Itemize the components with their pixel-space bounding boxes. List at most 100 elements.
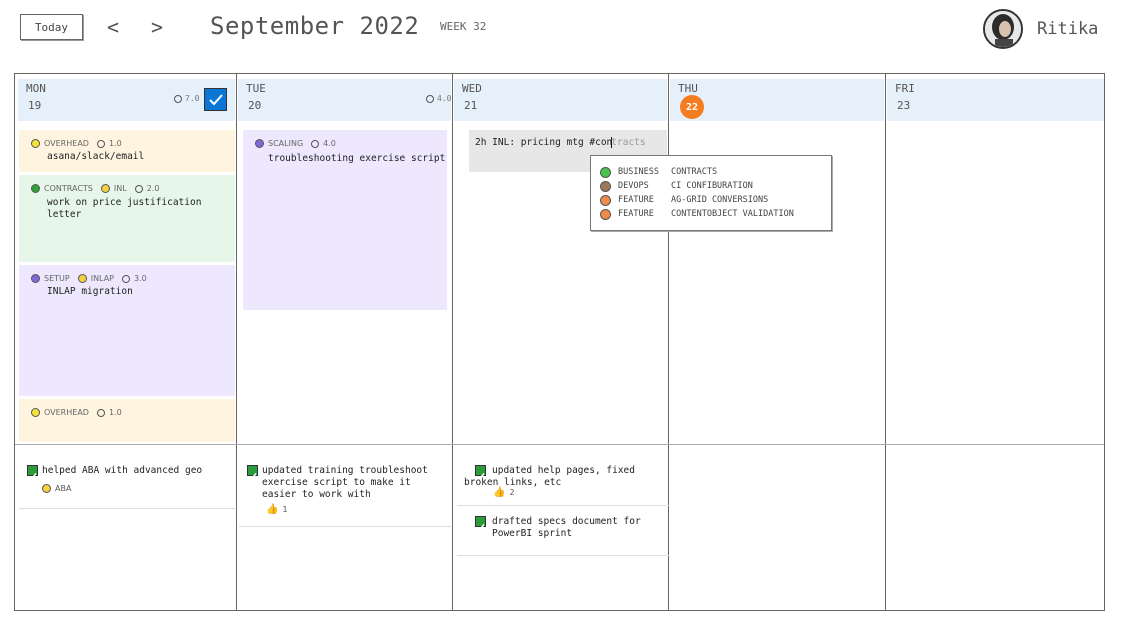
suggestion-item[interactable]: FEATURE CONTENTOBJECT VALIDATION [591,207,831,221]
next-week-button[interactable]: > [151,14,163,40]
suggestion-name: AG-GRID CONVERSIONS [671,195,769,205]
user-avatar[interactable] [983,9,1023,49]
task-tag: OVERHEAD [44,408,89,417]
suggestion-name: CONTRACTS [671,167,718,177]
day-total-hours: 7.0 [174,94,199,103]
category-dot-icon [31,139,40,148]
done-likes-count: 2 [509,488,515,497]
task-meta: OVERHEAD 1.0 [31,139,122,148]
task-meta: SETUP INLAP 3.0 [31,274,147,283]
task-meta: CONTRACTS INL 2.0 [31,184,159,193]
day-name: MON [26,82,46,95]
task-card[interactable]: OVERHEAD 1.0 asana/slack/email [19,130,235,172]
task-hours: 3.0 [133,274,147,283]
task-tag: CONTRACTS [44,184,93,193]
today-date-badge: 22 [680,95,704,119]
task-meta: OVERHEAD 1.0 [31,408,122,417]
category-dot-icon [31,184,40,193]
user-name: Ritika [1037,19,1099,39]
day-header-fri: FRI 23 [887,79,1104,121]
day-date: 23 [897,99,911,112]
column-divider [452,74,453,610]
suggestion-name: CONTENTOBJECT VALIDATION [671,209,794,219]
suggestion-item[interactable]: DEVOPS CI CONFIBURATION [591,179,831,193]
previous-week-button[interactable]: < [107,14,119,40]
suggestion-item[interactable]: FEATURE AG-GRID CONVERSIONS [591,193,831,207]
day-total-hours: 4.0 [426,94,451,103]
suggestion-category: DEVOPS [618,181,649,191]
day-header-wed: WED 21 [454,79,667,121]
task-tag: SETUP [44,274,70,283]
task-card[interactable]: OVERHEAD 1.0 [19,399,235,442]
task-person: INLAP [90,274,114,283]
category-dot-icon [600,166,611,178]
person-smiley-icon [100,184,110,193]
avatar-image [985,11,1021,47]
task-card[interactable]: SCALING 4.0 troubleshooting exercise scr… [243,130,447,310]
person-smiley-icon [42,484,51,493]
day-name: THU [678,82,698,95]
checkmark-icon [476,524,485,532]
category-dot-icon [31,274,40,283]
done-person-name: ABA [55,484,72,493]
category-dot-icon [31,408,40,417]
day-header-thu: THU 22 [670,79,884,121]
suggestion-item[interactable]: BUSINESS CONTRACTS [591,165,831,179]
task-title: asana/slack/email [47,151,145,162]
today-button[interactable]: Today [20,14,83,40]
thumbs-up-icon: 👍 [493,487,506,498]
task-hours: 1.0 [108,139,122,148]
week-board: MON 19 7.0 TUE 20 4.0 WED 21 THU 22 FRI … [14,73,1105,611]
suggestion-category: FEATURE [618,195,654,205]
day-date: 21 [464,99,478,112]
task-person: INL [113,184,127,193]
clock-icon [134,184,143,193]
done-text: helped ABA with advanced geo [42,465,203,476]
thumbs-up-icon: 👍 [266,504,279,515]
suggestion-category: BUSINESS [618,167,659,177]
done-checkbox[interactable] [475,516,486,532]
checkmark-icon [248,473,257,481]
category-dot-icon [600,208,611,220]
clock-icon [121,274,130,283]
task-meta: SCALING 4.0 [255,139,336,148]
day-name: WED [462,82,482,95]
task-card[interactable]: CONTRACTS INL 2.0 work on price justific… [19,175,235,262]
section-divider [15,444,1104,445]
category-dot-icon [600,194,611,206]
done-text: updated help pages, fixed broken links, … [464,465,635,488]
task-tag: OVERHEAD [44,139,89,148]
done-item[interactable]: drafted specs document for PowerBI sprin… [457,510,669,556]
category-dot-icon [600,180,611,192]
checkmark-icon [208,93,223,105]
tag-suggestion-dropdown: BUSINESS CONTRACTS DEVOPS CI CONFIBURATI… [590,155,832,231]
day-total-value: 7.0 [185,94,200,103]
day-name: FRI [895,82,915,95]
day-date: 20 [248,99,262,112]
category-dot-icon [255,139,264,148]
column-divider [885,74,886,610]
task-tag: SCALING [268,139,304,148]
clock-icon [96,408,105,417]
task-hours: 1.0 [108,408,122,417]
done-item[interactable]: helped ABA with advanced geo ABA [19,459,235,509]
task-card[interactable]: SETUP INLAP 3.0 INLAP migration [19,265,235,396]
week-label: WEEK 32 [440,20,487,33]
checkmark-icon [28,473,37,481]
done-item[interactable]: updated help pages, fixed broken links, … [457,459,669,506]
complete-day-checkbox[interactable] [204,88,227,111]
person-smiley-icon [77,274,87,283]
task-title: work on price justification letter [47,197,202,220]
done-text: updated training troubleshoot exercise s… [262,465,428,500]
task-title: troubleshooting exercise script [268,153,446,164]
clock-icon [174,94,182,103]
done-checkbox[interactable] [247,465,258,481]
day-name: TUE [246,82,266,95]
quick-input-typed: 2h INL: pricing mtg #con [475,137,613,148]
done-checkbox[interactable] [27,465,38,481]
done-likes: 👍 2 [493,487,515,498]
task-hours: 2.0 [146,184,160,193]
month-title: September 2022 [210,12,420,40]
done-item[interactable]: updated training troubleshoot exercise s… [239,459,451,527]
day-header-mon: MON 19 7.0 [18,79,235,121]
